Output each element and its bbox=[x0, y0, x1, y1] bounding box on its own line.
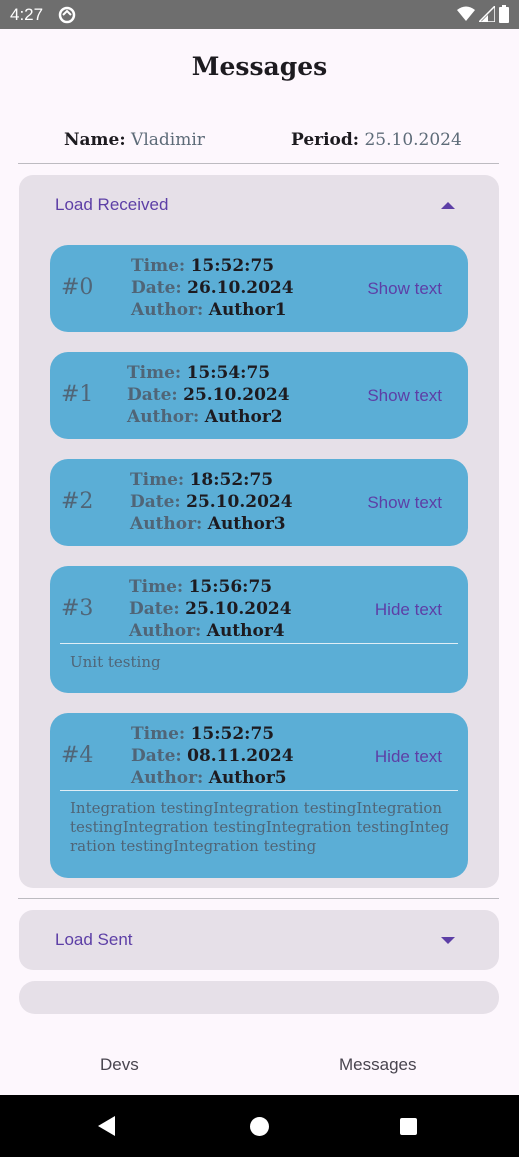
hide-text-button[interactable]: Hide text bbox=[375, 600, 442, 620]
author-label: Author: bbox=[131, 768, 204, 788]
author-value: Author1 bbox=[208, 300, 287, 320]
period-label: Period: bbox=[291, 130, 360, 150]
message-card: #2 Time: 18:52:75 Date: 25.10.2024 Autho… bbox=[50, 459, 468, 546]
author-label: Author: bbox=[131, 300, 204, 320]
message-index: #1 bbox=[61, 382, 94, 407]
divider bbox=[18, 163, 499, 164]
empty-panel[interactable] bbox=[19, 981, 499, 1014]
author-label: Author: bbox=[130, 514, 203, 534]
message-index: #0 bbox=[61, 275, 94, 300]
show-text-button[interactable]: Show text bbox=[367, 279, 442, 299]
load-sent-header[interactable]: Load Sent bbox=[19, 910, 499, 970]
message-fields: Time: 18:52:75 Date: 25.10.2024 Author: … bbox=[130, 469, 293, 535]
message-text: Unit testing bbox=[70, 653, 161, 671]
load-received-panel: Load Received #0 Time: 15:52:75 Date: 26… bbox=[19, 175, 499, 888]
message-index: #3 bbox=[61, 596, 94, 621]
divider bbox=[18, 898, 499, 899]
message-fields: Time: 15:52:75 Date: 26.10.2024 Author: … bbox=[131, 255, 294, 321]
date-value: 26.10.2024 bbox=[187, 278, 294, 298]
author-value: Author5 bbox=[208, 768, 287, 788]
author-value: Author4 bbox=[206, 621, 285, 641]
date-label: Date: bbox=[130, 492, 181, 512]
date-value: 08.11.2024 bbox=[187, 746, 294, 766]
time-label: Time: bbox=[131, 256, 186, 276]
time-label: Time: bbox=[131, 724, 186, 744]
message-fields: Time: 15:52:75 Date: 08.11.2024 Author: … bbox=[131, 723, 294, 789]
show-text-button[interactable]: Show text bbox=[367, 386, 442, 406]
message-index: #4 bbox=[61, 743, 94, 768]
message-card: #0 Time: 15:52:75 Date: 26.10.2024 Autho… bbox=[50, 245, 468, 332]
date-value: 25.10.2024 bbox=[186, 492, 293, 512]
message-fields: Time: 15:56:75 Date: 25.10.2024 Author: … bbox=[129, 576, 292, 642]
battery-icon bbox=[499, 5, 509, 28]
date-label: Date: bbox=[131, 746, 182, 766]
recents-icon[interactable] bbox=[400, 1118, 417, 1135]
time-value: 15:52:75 bbox=[190, 724, 275, 744]
chevron-up-icon[interactable] bbox=[441, 202, 455, 209]
period-info: Period: 25.10.2024 bbox=[291, 130, 462, 150]
date-label: Date: bbox=[127, 385, 178, 405]
time-value: 18:52:75 bbox=[189, 470, 274, 490]
load-sent-title: Load Sent bbox=[55, 930, 133, 949]
message-card: #4 Time: 15:52:75 Date: 08.11.2024 Autho… bbox=[50, 713, 468, 878]
sync-icon bbox=[58, 6, 76, 29]
load-received-header[interactable]: Load Received bbox=[19, 175, 499, 235]
message-fields: Time: 15:54:75 Date: 25.10.2024 Author: … bbox=[127, 362, 290, 428]
card-divider bbox=[60, 643, 458, 644]
nav-messages[interactable]: Messages bbox=[339, 1055, 416, 1075]
author-label: Author: bbox=[129, 621, 202, 641]
time-label: Time: bbox=[129, 577, 184, 597]
date-value: 25.10.2024 bbox=[183, 385, 290, 405]
show-text-button[interactable]: Show text bbox=[367, 493, 442, 513]
name-label: Name: bbox=[64, 130, 126, 150]
message-card: #1 Time: 15:54:75 Date: 25.10.2024 Autho… bbox=[50, 352, 468, 439]
time-label: Time: bbox=[127, 363, 182, 383]
time-value: 15:56:75 bbox=[188, 577, 273, 597]
back-icon[interactable] bbox=[98, 1116, 115, 1136]
date-label: Date: bbox=[131, 278, 182, 298]
load-sent-panel[interactable]: Load Sent bbox=[19, 910, 499, 970]
load-received-title: Load Received bbox=[55, 195, 169, 214]
message-card: #3 Time: 15:56:75 Date: 25.10.2024 Autho… bbox=[50, 566, 468, 693]
system-navigation-bar bbox=[0, 1095, 519, 1157]
period-value: 25.10.2024 bbox=[364, 130, 462, 150]
message-text: Integration testingIntegration testingIn… bbox=[70, 799, 450, 855]
page-title: Messages bbox=[191, 52, 328, 81]
card-divider bbox=[60, 790, 458, 791]
status-time: 4:27 bbox=[10, 5, 44, 24]
nav-devs[interactable]: Devs bbox=[100, 1055, 139, 1075]
author-value: Author2 bbox=[204, 407, 283, 427]
signal-icon bbox=[477, 4, 496, 27]
date-value: 25.10.2024 bbox=[185, 599, 292, 619]
time-value: 15:52:75 bbox=[190, 256, 275, 276]
status-bar: 4:27 bbox=[0, 0, 519, 29]
time-label: Time: bbox=[130, 470, 185, 490]
hide-text-button[interactable]: Hide text bbox=[375, 747, 442, 767]
home-icon[interactable] bbox=[250, 1117, 269, 1136]
time-value: 15:54:75 bbox=[186, 363, 271, 383]
chevron-down-icon[interactable] bbox=[441, 937, 455, 944]
user-name-info: Name: Vladimir bbox=[64, 130, 205, 150]
date-label: Date: bbox=[129, 599, 180, 619]
bottom-navigation: Devs Messages bbox=[0, 1040, 519, 1094]
author-label: Author: bbox=[127, 407, 200, 427]
author-value: Author3 bbox=[207, 514, 286, 534]
name-value: Vladimir bbox=[131, 130, 205, 150]
message-index: #2 bbox=[61, 489, 94, 514]
wifi-icon bbox=[457, 6, 475, 27]
